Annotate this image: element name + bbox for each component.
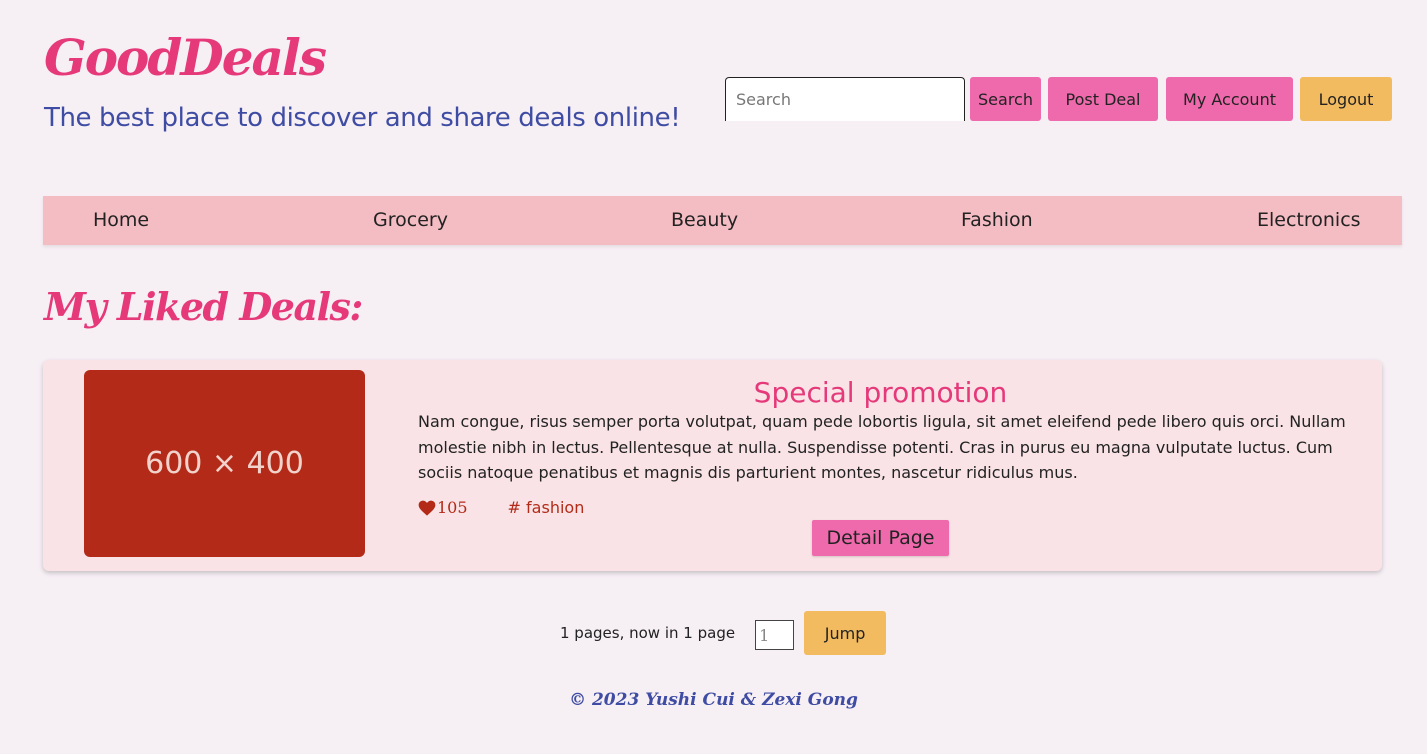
nav-item-fashion[interactable]: Fashion	[961, 209, 1033, 231]
page: GoodDeals The best place to discover and…	[0, 0, 1427, 754]
deal-description: Nam congue, risus semper porta volutpat,…	[418, 412, 1346, 482]
nav-item-electronics[interactable]: Electronics	[1257, 209, 1361, 231]
heart-icon	[418, 500, 436, 516]
page-number-input[interactable]	[755, 620, 795, 650]
search-input[interactable]	[725, 77, 965, 121]
deal-image-placeholder: 600 × 400	[84, 370, 365, 557]
footer-copyright: © 2023 Yushi Cui & Zexi Gong	[569, 690, 858, 710]
deal-card: 600 × 400 Special promotion Nam congue, …	[43, 360, 1382, 571]
post-deal-button[interactable]: Post Deal	[1048, 77, 1158, 121]
pagination: 1 pages, now in 1 page Jump	[560, 611, 887, 655]
search-button[interactable]: Search	[970, 77, 1041, 121]
category-nav: Home Grocery Beauty Fashion Electronics	[43, 196, 1402, 245]
detail-page-button[interactable]: Detail Page	[812, 520, 949, 556]
deal-meta: 105 # fashion	[418, 498, 584, 517]
page-info: 1 pages, now in 1 page	[560, 624, 736, 642]
nav-item-beauty[interactable]: Beauty	[671, 209, 738, 231]
deal-title: Special promotion	[753, 376, 1008, 409]
nav-item-home[interactable]: Home	[93, 209, 149, 231]
nav-item-grocery[interactable]: Grocery	[373, 209, 448, 231]
deal-tag[interactable]: # fashion	[508, 498, 585, 517]
like-count[interactable]: 105	[418, 498, 468, 517]
jump-button[interactable]: Jump	[804, 611, 887, 655]
site-logo[interactable]: GoodDeals	[44, 28, 327, 87]
header-actions: Search Post Deal My Account Logout	[725, 77, 1392, 121]
section-title: My Liked Deals:	[44, 284, 363, 329]
site-tagline: The best place to discover and share dea…	[44, 103, 681, 133]
my-account-button[interactable]: My Account	[1166, 77, 1293, 121]
deal-image-label: 600 × 400	[145, 446, 304, 481]
logout-button[interactable]: Logout	[1300, 77, 1392, 121]
like-count-value: 105	[437, 498, 468, 517]
